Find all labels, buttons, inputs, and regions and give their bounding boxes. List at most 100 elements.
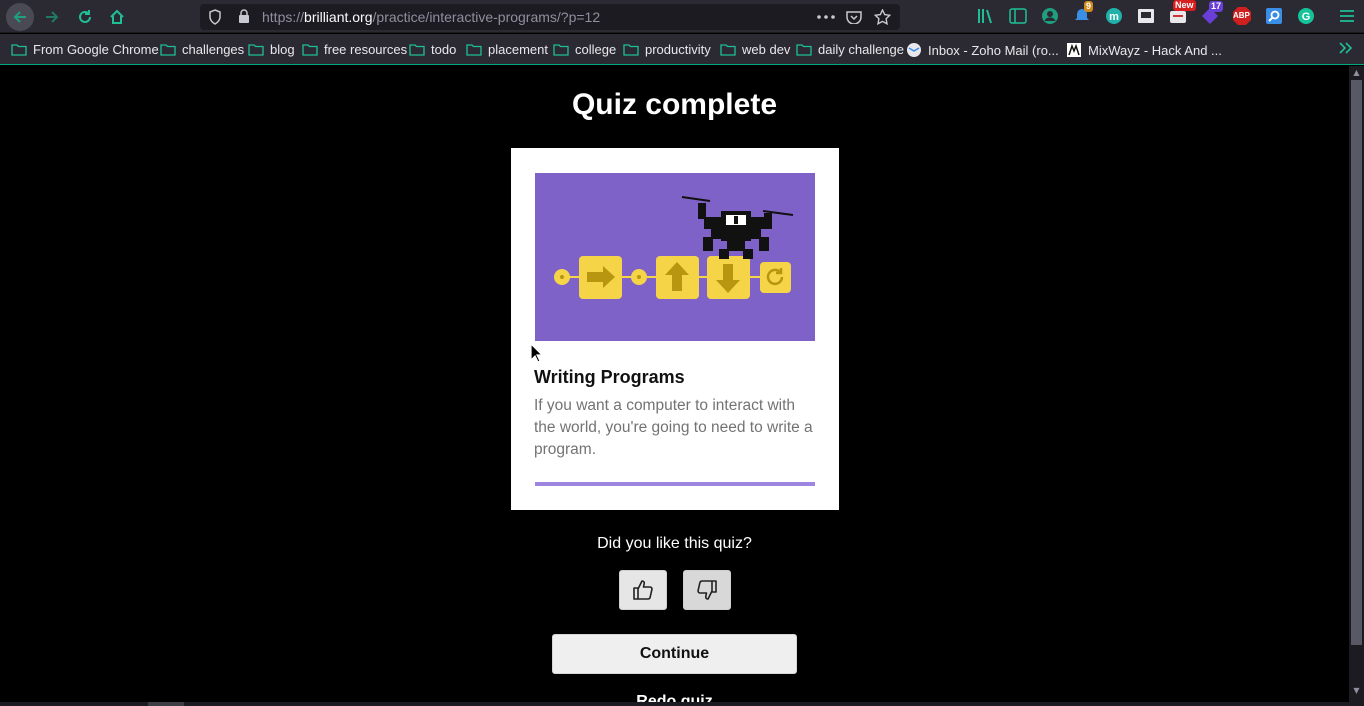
svg-text:m: m [1109,11,1119,23]
bookmark-label: web dev [742,42,791,57]
bookmark-todo[interactable]: todo [409,42,456,57]
browser-toolbar: https://brilliant.org/practice/interacti… [0,0,1364,33]
card-progress-bar [535,482,815,486]
zoho-mail-icon [907,43,921,57]
bookmark-daily-challenge[interactable]: daily challenge [796,42,904,57]
folder-icon [553,44,569,56]
forward-button[interactable] [38,3,66,31]
adblock-extension[interactable]: ABP [1232,6,1252,26]
folder-icon [409,44,425,56]
bookmark-label: blog [270,42,295,57]
back-arrow-icon [13,11,26,23]
chevrons-right-icon [1339,42,1353,54]
account-button[interactable] [1040,6,1060,26]
bookmark-challenges[interactable]: challenges [160,42,244,57]
library-button[interactable] [976,6,996,26]
address-bar[interactable]: https://brilliant.org/practice/interacti… [200,4,900,30]
sidebar-icon [1009,8,1027,24]
forward-arrow-icon [46,11,59,23]
course-card[interactable]: Writing Programs If you want a computer … [511,148,839,510]
notifications-extension[interactable]: 9 [1072,1,1094,26]
course-illustration [535,173,815,341]
bookmarks-bar: From Google Chrome challenges blog free … [0,34,1364,65]
grammarly-extension[interactable]: G [1296,6,1316,26]
new-extension[interactable]: New [1168,0,1196,26]
thumbs-down-icon [697,580,717,600]
scroll-up-arrow-icon[interactable]: ▲ [1351,68,1362,78]
pocket-button[interactable] [844,7,864,27]
bookmark-label: free resources [324,42,408,57]
scroll-thumb[interactable] [1351,80,1362,645]
pocket-icon [846,11,862,24]
reader-extension[interactable] [1136,6,1156,26]
bookmark-label: challenges [182,42,245,57]
bookmark-star-button[interactable] [872,7,892,27]
folder-icon [720,44,736,56]
grammarly-icon: G [1298,8,1314,24]
redo-quiz-label: Redo quiz [636,693,713,702]
card-description: If you want a computer to interact with … [534,397,813,458]
notification-badge: 9 [1084,1,1094,12]
bookmark-web-dev[interactable]: web dev [720,42,790,57]
page-title: Quiz complete [571,88,778,121]
page-content: Quiz complete Writing Programs If you wa… [0,66,1349,702]
folder-icon [796,44,812,56]
folder-icon [11,44,27,56]
adblock-label: ABP [1233,11,1250,20]
thumbs-down-button[interactable] [683,570,731,610]
url-text[interactable]: https://brilliant.org/practice/interacti… [262,9,600,25]
ellipsis-icon [817,15,835,19]
bookmarks-overflow-button[interactable] [1339,42,1353,54]
program-blocks-illustration [554,196,794,299]
reader-extension-icon [1138,9,1154,23]
home-button[interactable] [103,3,131,31]
menu-button[interactable] [1337,6,1357,26]
redo-quiz-link[interactable]: Redo quiz [0,692,1349,702]
reload-button[interactable] [71,3,99,31]
shield-icon[interactable] [208,9,222,25]
search-extension[interactable] [1264,6,1284,26]
robot-drone [681,196,794,259]
sidebar-button[interactable] [1008,6,1028,26]
mouse-cursor-icon [530,343,543,363]
new-badge: New [1173,0,1196,11]
mixwayz-icon [1067,43,1081,57]
bookmark-from-google-chrome[interactable]: From Google Chrome [11,42,159,57]
continue-button[interactable]: Continue [552,634,797,674]
account-icon [1042,8,1058,24]
url-prefix: https:// [262,9,305,25]
bookmark-label: placement [488,42,548,57]
bookmark-productivity[interactable]: productivity [623,42,711,57]
thumbs-up-button[interactable] [619,570,667,610]
feedback-question: Did you like this quiz? [597,535,752,552]
horizontal-scrollbar[interactable] [0,702,1349,706]
folder-icon [302,44,318,56]
scroll-down-arrow-icon[interactable]: ▼ [1351,686,1362,696]
home-icon [110,9,124,24]
url-actions [816,7,892,27]
thumbs-up-icon [633,580,653,600]
search-extension-icon [1266,8,1282,24]
url-host: brilliant.org [304,9,373,25]
bookmark-placement[interactable]: placement [466,42,548,57]
horizontal-scroll-thumb[interactable] [148,702,184,706]
star-icon [873,9,891,25]
folder-icon [466,44,482,56]
svg-text:G: G [1302,11,1311,23]
bookmark-mixwayz[interactable]: MixWayz - Hack And ... [1066,42,1222,58]
hamburger-icon [1340,10,1354,22]
bookmark-blog[interactable]: blog [248,42,295,57]
bookmark-zoho-inbox[interactable]: Inbox - Zoho Mail (ro... [906,42,1059,58]
bookmark-label: college [575,42,617,57]
vertical-scrollbar[interactable]: ▲ ▼ [1349,66,1364,706]
bookmark-college[interactable]: college [553,42,616,57]
lock-icon[interactable] [238,9,250,24]
bookmark-free-resources[interactable]: free resources [302,42,407,57]
m-extension[interactable]: m [1104,6,1124,26]
card-title: Writing Programs [534,367,685,387]
back-button[interactable] [6,3,34,31]
folder-icon [248,44,264,56]
bookmark-label: From Google Chrome [33,42,159,57]
page-actions-button[interactable] [816,7,836,27]
purple-extension[interactable]: 17 [1200,1,1224,26]
